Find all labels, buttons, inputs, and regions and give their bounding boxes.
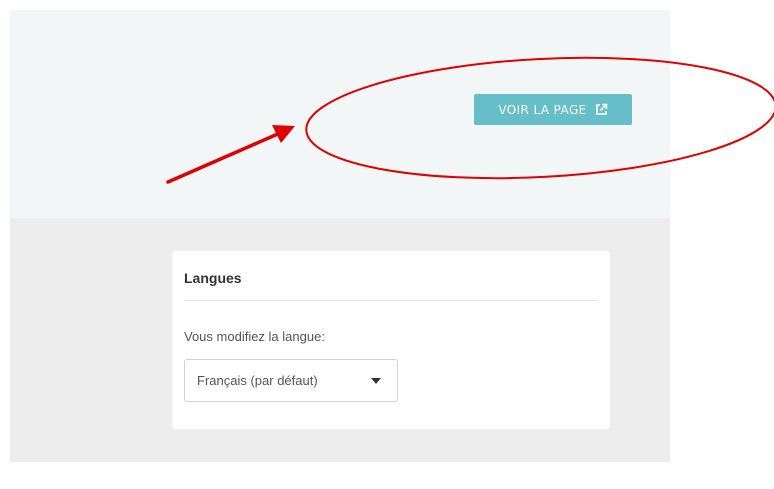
external-link-icon xyxy=(595,103,607,115)
language-select[interactable]: Français (par défaut) xyxy=(184,359,398,402)
card-divider xyxy=(184,300,598,301)
page-canvas: VOIR LA PAGE Langues Vous modifiez la la… xyxy=(0,0,774,489)
caret-down-icon xyxy=(371,378,381,384)
view-page-button-label: VOIR LA PAGE xyxy=(498,102,587,117)
languages-card: Langues Vous modifiez la langue: Françai… xyxy=(172,251,610,429)
view-page-button[interactable]: VOIR LA PAGE xyxy=(474,94,632,125)
languages-card-title: Langues xyxy=(184,270,242,286)
editing-language-label: Vous modifiez la langue: xyxy=(184,329,325,344)
language-select-value: Français (par défaut) xyxy=(197,373,318,388)
